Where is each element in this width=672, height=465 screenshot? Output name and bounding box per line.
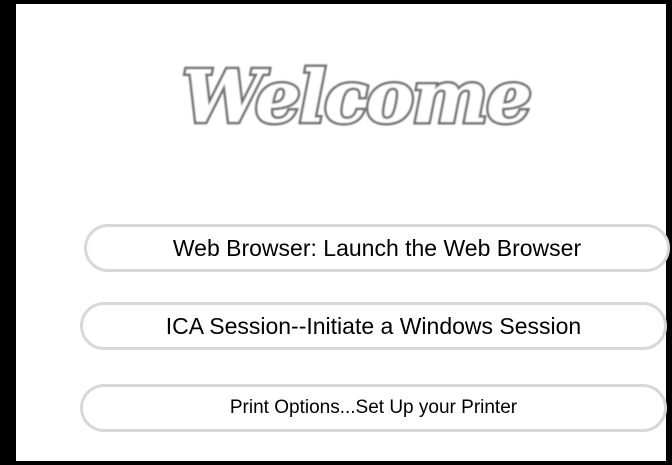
print-options-button-label: Print Options...Set Up your Printer [229,397,518,418]
kiosk-window: Welcome Web Browser: Launch the Web Brow… [0,0,672,465]
welcome-title: Welcome [182,54,530,139]
print-options-button[interactable]: Print Options...Set Up your Printer [80,384,667,432]
web-browser-button-label: Web Browser: Launch the Web Browser [172,234,582,261]
ica-session-button-label: ICA Session--Initiate a Windows Session [165,312,582,339]
welcome-logo: Welcome [179,52,534,142]
web-browser-button[interactable]: Web Browser: Launch the Web Browser [84,224,670,272]
ica-session-button[interactable]: ICA Session--Initiate a Windows Session [80,302,667,350]
welcome-banner: Welcome [179,52,534,142]
